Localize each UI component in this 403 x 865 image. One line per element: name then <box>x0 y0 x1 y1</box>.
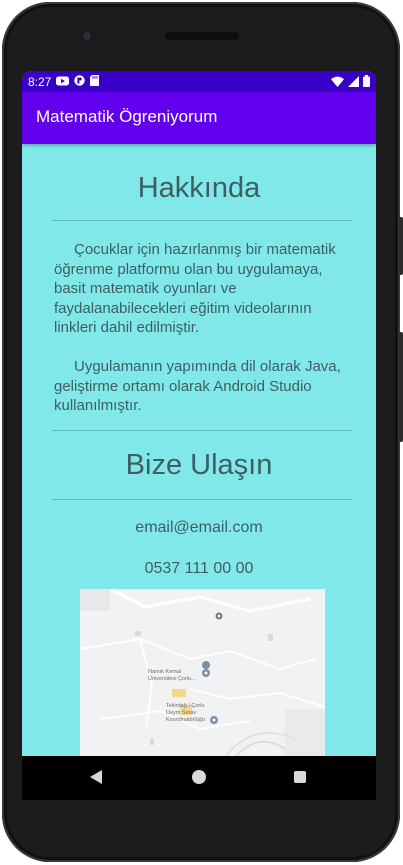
app-screen: 8:27 Matematik Ögreniyorum Hakkında Çocu… <box>22 71 376 756</box>
home-icon[interactable] <box>192 770 206 784</box>
navigation-bar <box>22 756 376 800</box>
signal-icon <box>348 75 359 90</box>
wifi-icon <box>331 76 344 90</box>
map-view[interactable]: Namık Kemal Üniversitesi Çorlu... Tekird… <box>80 589 325 756</box>
battery-icon <box>363 75 370 90</box>
divider <box>52 499 352 500</box>
front-camera <box>81 30 93 42</box>
status-time: 8:27 <box>28 74 52 89</box>
status-bar: 8:27 <box>22 71 376 92</box>
contact-email[interactable]: email@email.com <box>22 519 376 537</box>
map-place-label: Tekirdağ / Çorlu Deym Sınav Koordinatörl… <box>166 703 205 723</box>
volume-button <box>399 217 403 275</box>
divider <box>52 220 352 221</box>
back-icon[interactable] <box>90 770 102 784</box>
sd-card-icon <box>90 74 100 89</box>
app-title: Matematik Ögreniyorum <box>36 107 218 126</box>
app-notification-icon <box>74 74 86 89</box>
contact-phone[interactable]: 0537 111 00 00 <box>22 560 376 578</box>
map-marker-icon[interactable] <box>215 612 223 620</box>
app-bar: Matematik Ögreniyorum <box>22 92 376 144</box>
power-button <box>399 332 403 442</box>
map-place-label: Namık Kemal Üniversitesi Çorlu... <box>148 669 196 682</box>
about-paragraph-1: Çocuklar için hazırlanmış bir matematik … <box>54 241 336 336</box>
about-heading: Hakkında <box>137 172 261 204</box>
earpiece-speaker <box>165 32 239 40</box>
recents-icon[interactable] <box>294 771 306 783</box>
contact-heading: Bize Ulaşın <box>125 449 273 481</box>
about-paragraph-2: Uygulamanın yapımında dil olarak Java, g… <box>54 358 341 414</box>
youtube-icon <box>56 75 70 89</box>
divider <box>52 430 352 431</box>
